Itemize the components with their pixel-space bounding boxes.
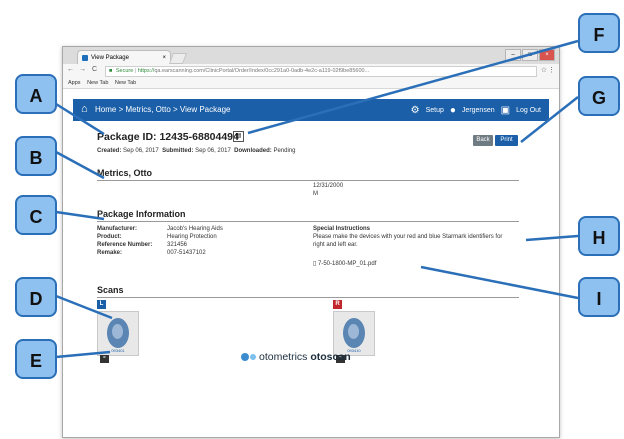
callout-d: D — [15, 277, 57, 317]
callout-line-b — [55, 150, 105, 180]
callout-line-i — [420, 265, 579, 300]
callout-g: G — [578, 76, 620, 116]
callout-line-h — [525, 234, 579, 242]
callout-e: E — [15, 339, 57, 379]
callout-a: A — [15, 74, 57, 114]
callout-b: B — [15, 136, 57, 176]
callout-line-d — [55, 294, 113, 320]
callout-lines — [55, 39, 579, 359]
callout-line-e — [55, 350, 111, 359]
callout-line-a — [55, 102, 105, 136]
callout-line-c — [55, 210, 105, 221]
callout-i: I — [578, 277, 620, 317]
callout-line-f — [247, 39, 579, 135]
callout-h: H — [578, 216, 620, 256]
callout-f: F — [578, 13, 620, 53]
callout-line-g — [520, 96, 579, 143]
callout-c: C — [15, 195, 57, 235]
